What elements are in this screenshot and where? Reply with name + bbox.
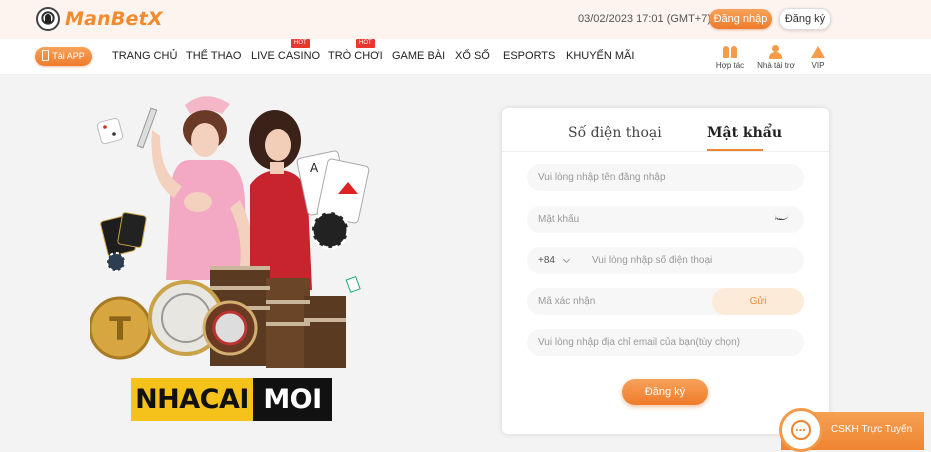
header-datetime: 03/02/2023 17:01 (GMT+7) bbox=[578, 13, 711, 25]
nav-item-esports[interactable]: ESPORTS bbox=[503, 50, 555, 62]
model-dealer bbox=[249, 110, 312, 290]
dice-icon bbox=[96, 117, 124, 145]
logo[interactable]: ManBetX bbox=[36, 6, 163, 32]
model-nurse bbox=[151, 96, 254, 280]
verification-code-input[interactable] bbox=[527, 288, 707, 315]
quick-link-partner[interactable]: Hợp tác bbox=[710, 45, 750, 70]
email-field bbox=[527, 329, 804, 356]
phone-input[interactable] bbox=[581, 247, 801, 274]
nav-item-live-casino[interactable]: LIVE CASINO HOT bbox=[251, 39, 321, 62]
tab-password[interactable]: Mật khẩu bbox=[707, 125, 782, 141]
watermark-text-b: MOI bbox=[253, 378, 332, 421]
roulette-wheel-icon bbox=[202, 300, 258, 356]
submit-register-button[interactable]: Đăng ký bbox=[622, 379, 708, 405]
chat-support-icon bbox=[779, 408, 823, 452]
watermark-logo: NHACAI MOI bbox=[131, 378, 332, 421]
register-button[interactable]: Đăng ký bbox=[779, 8, 831, 30]
nav-item-promotions[interactable]: KHUYẾN MÃI bbox=[566, 50, 634, 62]
country-code-value: +84 bbox=[538, 255, 555, 266]
username-input[interactable] bbox=[527, 164, 804, 191]
quick-link-vip-label: VIP bbox=[811, 61, 825, 70]
quick-link-sponsor-label: Nhà tài trợ bbox=[757, 61, 795, 70]
svg-text:T: T bbox=[109, 310, 131, 348]
country-code-select[interactable]: +84 bbox=[527, 247, 582, 274]
nav-item-sports[interactable]: THỂ THAO bbox=[186, 50, 241, 62]
live-support-widget[interactable]: CSKH Trực Tuyến bbox=[779, 408, 924, 452]
username-field bbox=[527, 164, 804, 191]
handshake-icon bbox=[710, 45, 750, 59]
live-support-label: CSKH Trực Tuyến bbox=[831, 424, 913, 435]
nav-item-home[interactable]: TRANG CHỦ bbox=[112, 50, 177, 62]
hot-badge: HOT bbox=[356, 39, 375, 48]
verification-code-field: Gửi bbox=[527, 288, 804, 315]
logo-emblem-icon bbox=[36, 7, 60, 31]
download-app-label: Tải APP bbox=[52, 51, 85, 61]
main-nav: Tải APP TRANG CHỦ THỂ THAO LIVE CASINO H… bbox=[0, 39, 931, 75]
brand-name: ManBetX bbox=[65, 8, 163, 30]
nav-item-card-games[interactable]: GAME BÀI bbox=[392, 50, 445, 62]
phone-field: +84 bbox=[527, 247, 804, 274]
nav-item-lottery[interactable]: XỔ SỐ bbox=[455, 50, 490, 62]
send-code-button[interactable]: Gửi bbox=[712, 288, 804, 315]
svg-text:A: A bbox=[310, 161, 319, 175]
chevron-down-icon bbox=[562, 255, 571, 264]
download-app-button[interactable]: Tải APP bbox=[35, 47, 92, 66]
quick-link-vip[interactable]: VIP bbox=[798, 45, 838, 70]
phone-icon bbox=[42, 50, 50, 61]
hero-illustration: A T bbox=[90, 96, 370, 368]
password-field bbox=[527, 206, 804, 233]
nav-item-games[interactable]: TRÒ CHƠI HOT bbox=[328, 39, 383, 62]
poker-chip-icon bbox=[310, 210, 350, 250]
tab-phone-number[interactable]: Số điện thoại bbox=[568, 125, 662, 141]
login-button[interactable]: Đăng nhập bbox=[709, 9, 772, 29]
crown-icon bbox=[798, 45, 838, 59]
register-panel: Số điện thoại Mật khẩu +84 Gửi Đăng ký bbox=[502, 108, 829, 434]
top-bar: ManBetX 03/02/2023 17:01 (GMT+7) Đăng nh… bbox=[0, 0, 931, 39]
eye-closed-icon[interactable] bbox=[775, 215, 788, 226]
email-input[interactable] bbox=[527, 329, 804, 356]
password-input[interactable] bbox=[527, 206, 767, 233]
tether-coin-icon: T bbox=[90, 296, 152, 360]
nav-item-live-casino-label: LIVE CASINO bbox=[251, 50, 321, 62]
watermark-text-a: NHACAI bbox=[135, 384, 249, 415]
tab-divider bbox=[502, 151, 829, 152]
quick-link-sponsor[interactable]: Nhà tài trợ bbox=[756, 45, 796, 70]
nav-item-games-label: TRÒ CHƠI bbox=[328, 50, 383, 62]
sponsor-icon bbox=[756, 45, 796, 59]
quick-link-partner-label: Hợp tác bbox=[715, 61, 745, 70]
hot-badge: HOT bbox=[291, 39, 310, 48]
